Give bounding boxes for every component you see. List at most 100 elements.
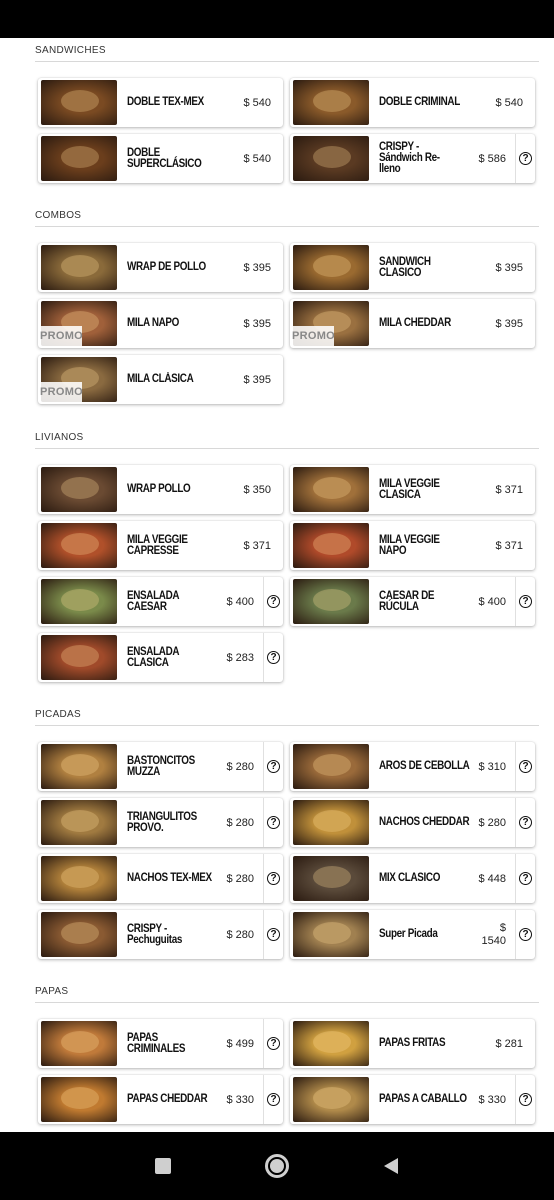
item-price: $ 395 [243, 373, 271, 386]
menu-item-card[interactable]: MILA VEGGIE CLASICA $ 371 [290, 465, 535, 514]
section-title: COMBOS [35, 210, 82, 221]
menu-item-card[interactable]: DOBLE CRIMINAL $ 540 [290, 78, 535, 127]
item-photo [41, 1021, 117, 1066]
section-header: SANDWICHES [35, 44, 539, 62]
info-button[interactable]: ? [263, 742, 283, 791]
menu-item-card[interactable]: CAESAR DE RÚCULA $ 400? [290, 577, 535, 626]
menu-item-card[interactable]: DOBLE TEX-MEX $ 540 [38, 78, 283, 127]
info-button[interactable]: ? [515, 1075, 535, 1124]
item-name: MILA CHEDDAR [379, 317, 451, 329]
item-photo [293, 744, 369, 789]
item-name: PAPAS CHEDDAR [127, 1093, 208, 1105]
item-photo [41, 800, 117, 845]
info-button[interactable]: ? [263, 910, 283, 959]
menu-item-card[interactable]: PAPAS FRITAS $ 281 [290, 1019, 535, 1068]
item-name: NACHOS TEX-MEX [127, 872, 212, 884]
section-header: PICADAS [35, 708, 539, 726]
menu-item-card[interactable]: PAPAS CHEDDAR $ 330? [38, 1075, 283, 1124]
item-price: $ 280 [226, 760, 254, 773]
item-price: $ 586 [478, 152, 506, 165]
item-photo [41, 80, 117, 125]
info-button[interactable]: ? [515, 577, 535, 626]
menu-item-card[interactable]: BASTONCITOS MUZZA $ 280? [38, 742, 283, 791]
item-price: $ 1540 [481, 921, 506, 947]
item-name: AROS DE CEBOLLA [379, 760, 470, 772]
item-name: MILA VEGGIE CAPRESSE [127, 533, 188, 557]
info-button[interactable]: ? [515, 854, 535, 903]
menu-item-card[interactable]: NACHOS CHEDDAR $ 280? [290, 798, 535, 847]
menu-item-card[interactable]: WRAP POLLO $ 350 [38, 465, 283, 514]
menu-item-card[interactable]: WRAP DE POLLO $ 395 [38, 243, 283, 292]
item-price: $ 281 [495, 1037, 523, 1050]
item-photo [41, 245, 117, 290]
menu-item-card[interactable]: MIX CLASICO $ 448? [290, 854, 535, 903]
menu-item-card[interactable]: PAPAS A CABALLO $ 330? [290, 1075, 535, 1124]
menu-item-card[interactable]: PROMO MILA CLÁSICA $ 395 [38, 355, 283, 404]
item-price: $ 283 [226, 651, 254, 664]
item-photo [41, 467, 117, 512]
info-button[interactable]: ? [515, 742, 535, 791]
promo-badge: PROMO [292, 326, 335, 346]
item-price: $ 371 [495, 539, 523, 552]
info-button[interactable]: ? [263, 1075, 283, 1124]
section-header: LIVIANOS [35, 431, 539, 449]
item-price: $ 280 [478, 816, 506, 829]
item-price: $ 448 [478, 872, 506, 885]
item-photo [41, 856, 117, 901]
help-circle-icon: ? [519, 872, 532, 885]
item-name: CAESAR DE RÚCULA [379, 589, 435, 613]
section-divider [35, 725, 539, 726]
item-photo [293, 80, 369, 125]
menu-item-card[interactable]: ENSALADA CAESAR $ 400? [38, 577, 283, 626]
item-photo [293, 579, 369, 624]
item-photo [41, 912, 117, 957]
item-photo [293, 1077, 369, 1122]
back-button[interactable] [361, 1132, 421, 1200]
menu-item-card[interactable]: TRIANGULITOS PROVO. $ 280? [38, 798, 283, 847]
item-name: DOBLE TEX-MEX [127, 96, 204, 108]
item-price: $ 280 [226, 872, 254, 885]
item-price: $ 540 [495, 96, 523, 109]
info-button[interactable]: ? [515, 798, 535, 847]
item-photo [41, 1077, 117, 1122]
menu-item-card[interactable]: PROMO MILA NAPO $ 395 [38, 299, 283, 348]
recents-button[interactable] [133, 1132, 193, 1200]
info-button[interactable]: ? [263, 633, 283, 682]
menu-item-card[interactable]: ENSALADA CLASICA $ 283? [38, 633, 283, 682]
menu-item-card[interactable]: Super Picada $ 1540? [290, 910, 535, 959]
menu-item-card[interactable]: CRISPY - Sándwich Re- lleno $ 586? [290, 134, 535, 183]
home-button[interactable] [247, 1132, 307, 1200]
menu-item-card[interactable]: NACHOS TEX-MEX $ 280? [38, 854, 283, 903]
menu-item-card[interactable]: PAPAS CRIMINALES $ 499? [38, 1019, 283, 1068]
item-name: PAPAS FRITAS [379, 1037, 446, 1049]
menu-item-card[interactable]: AROS DE CEBOLLA $ 310? [290, 742, 535, 791]
menu-content[interactable]: SANDWICHES DOBLE TEX-MEX $ 540 DOBLE CRIMIN… [0, 38, 554, 1132]
info-button[interactable]: ? [263, 798, 283, 847]
menu-item-card[interactable]: MILA VEGGIE NAPO $ 371 [290, 521, 535, 570]
item-photo [293, 523, 369, 568]
menu-item-card[interactable]: SANDWICH CLASICO $ 395 [290, 243, 535, 292]
item-price: $ 540 [243, 96, 271, 109]
item-price: $ 280 [226, 816, 254, 829]
help-circle-icon: ? [519, 152, 532, 165]
menu-item-card[interactable]: DOBLE SUPERCLÁSICO $ 540 [38, 134, 283, 183]
info-button[interactable]: ? [263, 577, 283, 626]
item-name: SANDWICH CLASICO [379, 255, 431, 279]
info-button[interactable]: ? [515, 910, 535, 959]
info-button[interactable]: ? [263, 1019, 283, 1068]
item-price: $ 395 [495, 317, 523, 330]
item-name: ENSALADA CLASICA [127, 645, 180, 669]
item-price: $ 310 [478, 760, 506, 773]
promo-badge: PROMO [40, 326, 83, 346]
menu-item-card[interactable]: CRISPY - Pechuguitas $ 280? [38, 910, 283, 959]
section-title: PICADAS [35, 709, 82, 720]
help-circle-icon: ? [267, 595, 280, 608]
info-button[interactable]: ? [263, 854, 283, 903]
item-name: DOBLE CRIMINAL [379, 96, 460, 108]
menu-item-card[interactable]: PROMO MILA CHEDDAR $ 395 [290, 299, 535, 348]
menu-item-card[interactable]: MILA VEGGIE CAPRESSE $ 371 [38, 521, 283, 570]
help-circle-icon: ? [519, 595, 532, 608]
section-title: LIVIANOS [35, 432, 84, 443]
info-button[interactable]: ? [515, 134, 535, 183]
item-name: DOBLE SUPERCLÁSICO [127, 146, 202, 170]
